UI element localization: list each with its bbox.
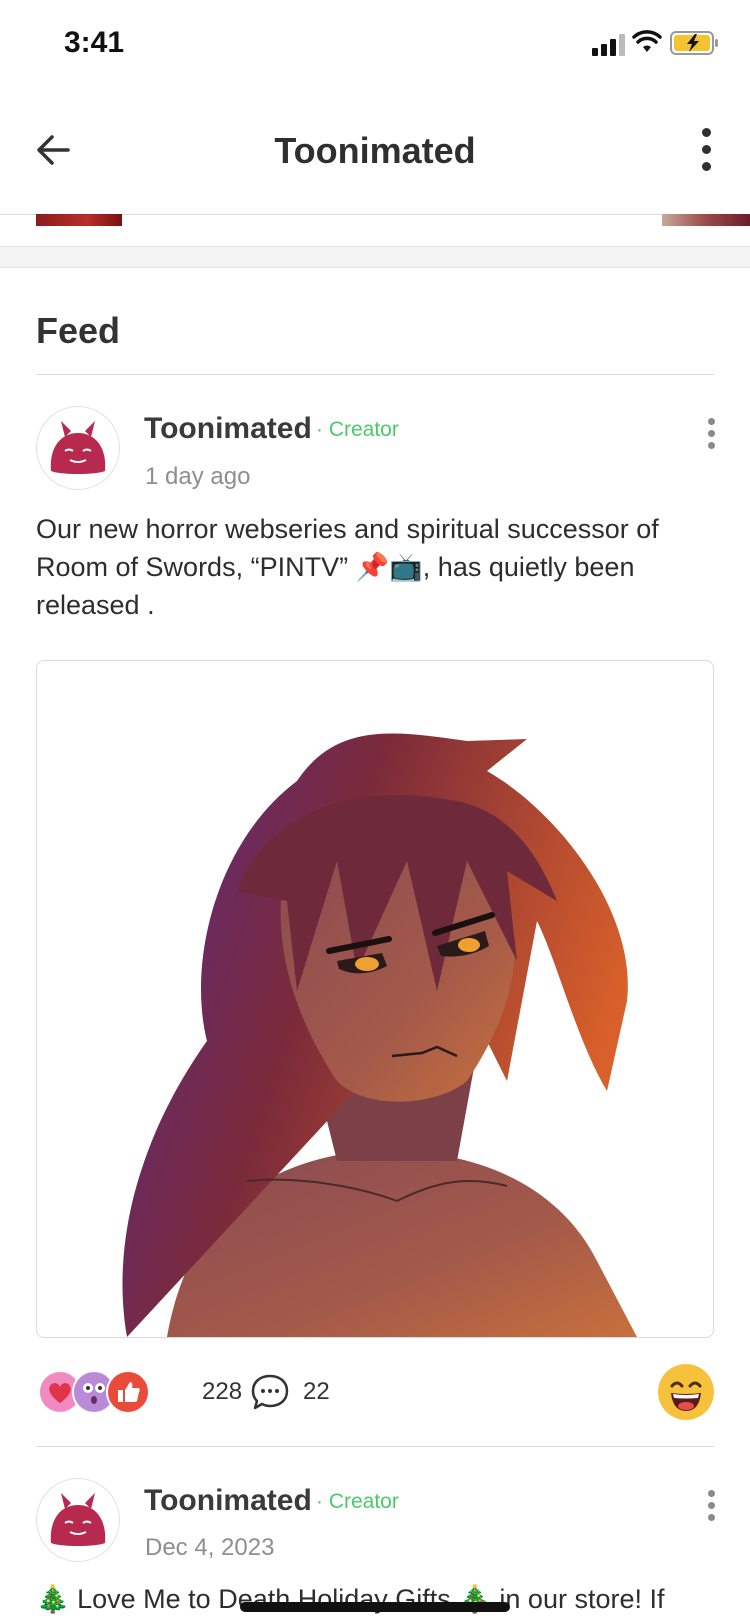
creator-badge: · Creator: [316, 418, 399, 441]
comment-count: 22: [303, 1378, 330, 1405]
post-text: Our new horror webseries and spiritual s…: [36, 514, 659, 620]
author-name[interactable]: Toonimated: [144, 412, 312, 446]
reaction-count: 228: [202, 1378, 243, 1405]
divider: [36, 1446, 714, 1447]
status-bar: 3:41: [0, 0, 750, 90]
wifi-icon: [632, 30, 662, 52]
comment-icon[interactable]: [250, 1372, 290, 1412]
post-timestamp: Dec 4, 2023: [145, 1534, 275, 1561]
avatar[interactable]: [36, 1478, 120, 1562]
battery-charging-icon: [670, 31, 718, 55]
divider: [36, 374, 714, 375]
thumbnail-strip: [0, 214, 750, 228]
thumbnail-image[interactable]: [36, 214, 122, 226]
signal-icon: [592, 34, 626, 56]
home-indicator[interactable]: [240, 1602, 510, 1612]
post-more-icon[interactable]: [706, 1490, 716, 1524]
post-text: 🎄 Love Me to Death Holiday Gifts 🎄 in ou…: [36, 1584, 665, 1614]
post-image[interactable]: [36, 660, 714, 1338]
thumbs-up-reaction-icon: [106, 1370, 150, 1414]
blob-mascot-icon: [50, 421, 106, 474]
more-vertical-icon[interactable]: [700, 128, 712, 172]
status-time: 3:41: [64, 26, 125, 59]
post-timestamp: 1 day ago: [145, 463, 251, 490]
laughing-emoji-icon[interactable]: [658, 1364, 714, 1420]
page-title: Toonimated: [274, 130, 476, 171]
nav-bar: Toonimated: [0, 100, 750, 215]
section-separator: [0, 246, 750, 268]
avatar[interactable]: [36, 406, 120, 490]
character-artwork: [122, 733, 637, 1337]
feed-heading: Feed: [36, 310, 121, 351]
thumbnail-image[interactable]: [662, 214, 750, 226]
blob-mascot-icon: [50, 1493, 106, 1546]
post-more-icon[interactable]: [706, 418, 716, 452]
creator-badge: · Creator: [316, 1490, 399, 1513]
author-name[interactable]: Toonimated: [144, 1484, 312, 1518]
